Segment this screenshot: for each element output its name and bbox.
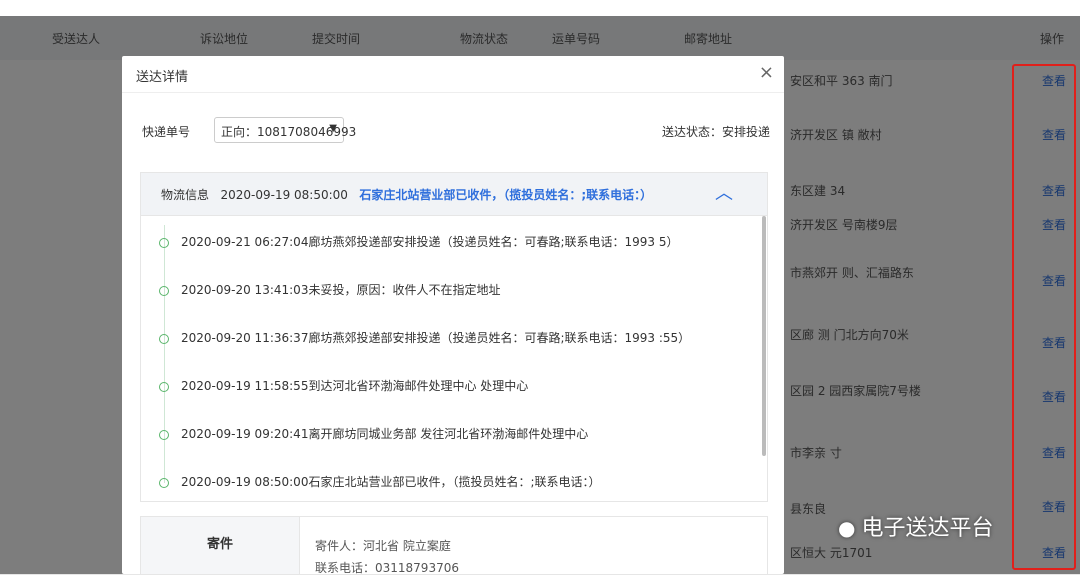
logistics-time: 2020-09-19 08:50:00 [220,188,348,202]
delivery-detail-modal: 送达详情 × 快递单号 正向：1081708046993 ▼ 送达状态：安排投递… [122,56,784,574]
logistics-label: 物流信息 [161,188,210,202]
modal-header: 送达详情 × [122,56,784,93]
chevron-down-icon: ▼ [329,123,337,134]
circle-icon [159,333,169,344]
sender-panel: 寄件 寄件人：河北省 院立案庭 联系电话：03118793706 [140,516,768,574]
log-item: 2020-09-20 13:41:03未妥投，原因：收件人不在指定地址 [159,281,500,298]
close-icon[interactable]: × [759,62,774,83]
circle-icon [159,237,169,248]
sender-title: 寄件 [206,537,233,552]
circle-icon [159,285,169,296]
top-strip [0,0,1080,16]
scrollbar[interactable] [762,216,766,456]
logistics-header: 物流信息 2020-09-19 08:50:00 石家庄北站营业部已收件，（揽投… [141,173,767,216]
logistics-latest: 石家庄北站营业部已收件，（揽投员姓名：;联系电话：） [359,188,653,202]
sender-title-cell: 寄件 [141,517,300,574]
express-number-select[interactable]: 正向：1081708046993 ▼ [214,117,356,143]
log-item: 2020-09-19 08:50:00石家庄北站营业部已收件，（揽投员姓名：;联… [159,473,601,490]
log-item: 2020-09-21 06:27:04廊坊燕郊投递部安排投递（投递员姓名：可春路… [159,233,678,250]
circle-icon [159,381,169,392]
log-item: 2020-09-19 09:20:41离开廊坊同城业务部 发往河北省环渤海邮件处… [159,425,588,442]
wechat-icon: ● [838,516,856,540]
circle-icon [159,477,169,488]
log-item: 2020-09-19 11:58:55到达河北省环渤海邮件处理中心 处理中心 [159,377,528,394]
action-column-highlight [1012,64,1076,570]
sender-phone: 联系电话：03118793706 [315,561,459,574]
modal-title: 送达详情 [136,70,189,85]
log-item: 2020-09-20 11:36:37廊坊燕郊投递部安排投递（投递员姓名：可春路… [159,329,690,346]
collapse-icon[interactable]: ︿ [715,179,733,205]
delivery-status: 送达状态：安排投递 [661,125,770,139]
sender-name: 寄件人：河北省 院立案庭 [315,539,451,553]
circle-icon [159,429,169,440]
watermark: ● 电子送达平台 [838,516,994,541]
timeline-line [164,225,165,483]
express-number-label: 快递单号 [142,125,191,139]
logistics-summary: 物流信息 2020-09-19 08:50:00 石家庄北站营业部已收件，（揽投… [161,186,652,203]
logistics-panel: 物流信息 2020-09-19 08:50:00 石家庄北站营业部已收件，（揽投… [140,172,768,502]
